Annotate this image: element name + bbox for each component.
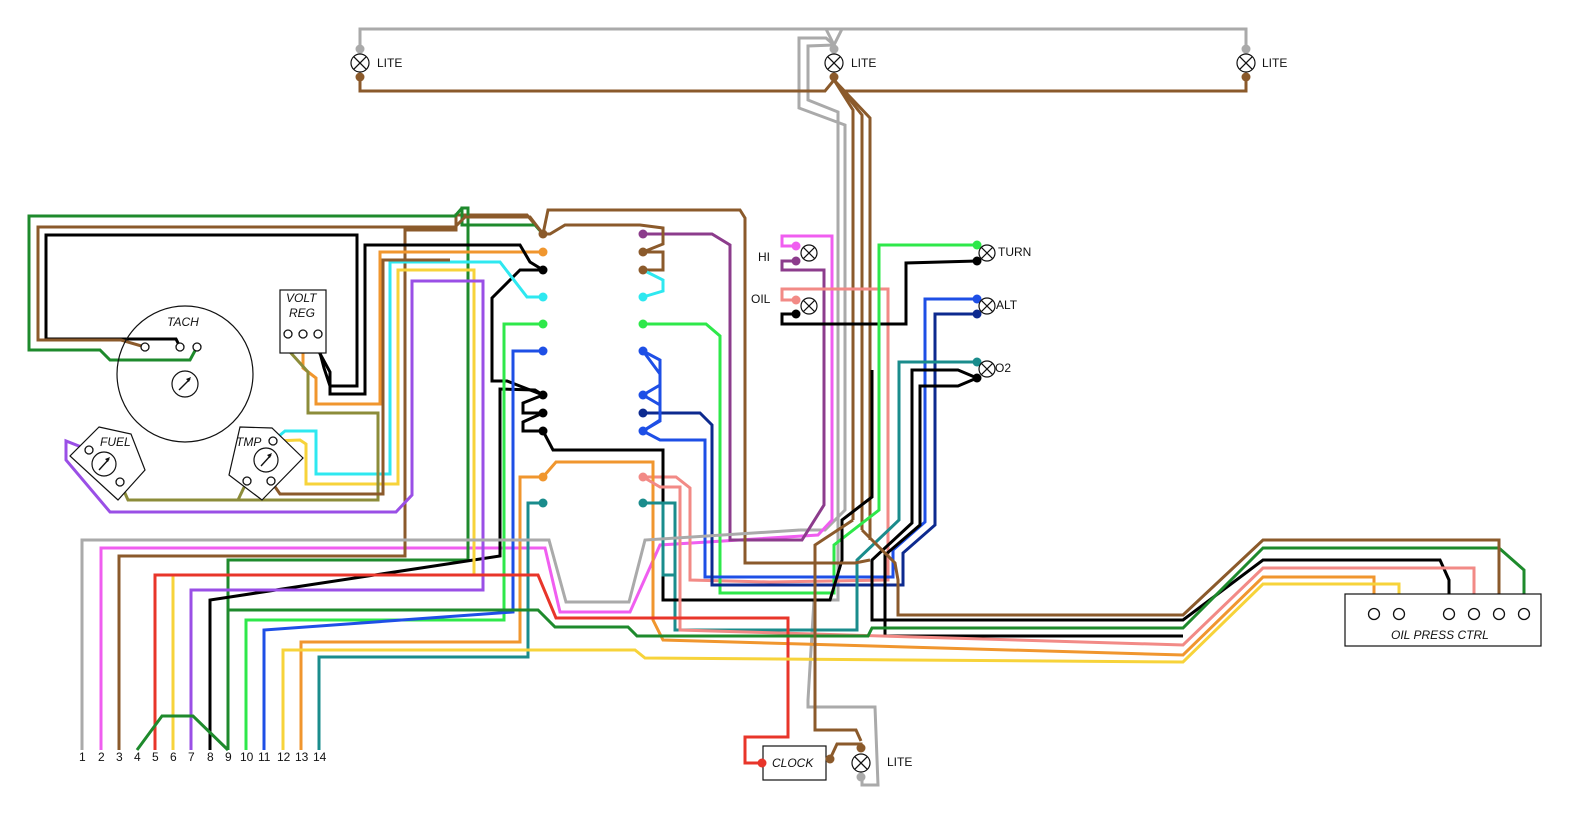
- lamp-clock: LITE: [851, 743, 912, 782]
- switch-terminals: [538, 229, 648, 508]
- gauge-dial-icon: [91, 451, 117, 477]
- right-switch-terminal: [638, 390, 648, 400]
- lamp-hi: HI: [758, 241, 818, 266]
- connector-pin-2: 2: [98, 750, 105, 764]
- connector-pin-14: 14: [313, 750, 327, 764]
- connector-pin-8: 8: [207, 750, 214, 764]
- right-switch-terminal: [638, 229, 648, 239]
- bulb-icon: [824, 53, 844, 73]
- bulb-icon: [978, 360, 996, 378]
- connector-pin-1: 1: [79, 750, 86, 764]
- connector-pin-13: 13: [295, 750, 309, 764]
- lamp-top-center: LITE: [824, 44, 876, 82]
- left-switch-terminal: [538, 247, 548, 257]
- bulb-icon: [851, 753, 871, 773]
- lamp-oil: OIL: [751, 292, 818, 319]
- lamp-label: LITE: [1262, 56, 1287, 70]
- lamp-label: TURN: [998, 245, 1031, 259]
- right-switch-terminal: [638, 408, 648, 418]
- bulb-icon: [978, 244, 996, 262]
- lamp-alt: ALT: [972, 294, 1018, 319]
- volt-reg-label-1: VOLT: [286, 291, 318, 305]
- left-switch-terminal: [538, 346, 548, 356]
- wiring-diagram: LITE LITE LITE TACH VOLT REG FUEL TMP HI…: [0, 0, 1577, 822]
- bulb-icon: [350, 53, 370, 73]
- right-switch-terminal: [638, 247, 648, 257]
- right-switch-terminal: [638, 498, 648, 508]
- temp-label: TMP: [236, 435, 261, 449]
- lamp-label: OIL: [751, 292, 771, 306]
- lamp-label: LITE: [377, 56, 402, 70]
- volt-reg-label-2: REG: [289, 306, 315, 320]
- right-switch-terminal: [638, 265, 648, 275]
- right-switch-terminal: [638, 426, 648, 436]
- oil-pressure-controller: OIL PRESS CTRL: [1344, 593, 1542, 647]
- left-switch-terminal: [538, 265, 548, 275]
- right-switch-terminal: [638, 292, 648, 302]
- connector-pin-10: 10: [240, 750, 254, 764]
- gauge-dial-icon: [171, 370, 199, 398]
- lamp-top-right: LITE: [1236, 44, 1287, 82]
- bulb-icon: [800, 297, 818, 315]
- bulb-icon: [800, 244, 818, 262]
- voltage-regulator: VOLT REG: [279, 289, 327, 354]
- right-switch-terminal: [638, 472, 648, 482]
- lamp-label: HI: [758, 250, 770, 264]
- left-switch-terminal: [538, 229, 548, 239]
- left-switch-terminal: [538, 498, 548, 508]
- connector-pin-9: 9: [225, 750, 232, 764]
- components-layer: LITE LITE LITE TACH VOLT REG FUEL TMP HI…: [69, 44, 1542, 782]
- temperature-gauge: TMP: [228, 426, 304, 501]
- left-switch-terminal: [538, 426, 548, 436]
- left-switch-terminal: [538, 319, 548, 329]
- gauge-dial-icon: [253, 447, 279, 473]
- left-switch-terminal: [538, 292, 548, 302]
- connector-pin-12: 12: [277, 750, 291, 764]
- connector-pin-7: 7: [188, 750, 195, 764]
- lamp-top-left: LITE: [350, 44, 402, 82]
- right-switch-terminal: [638, 319, 648, 329]
- lamp-label: LITE: [851, 56, 876, 70]
- fuel-label: FUEL: [100, 435, 131, 449]
- connector-pin-labels: 1 2 3 4 5 6 7 8 9 10 11 12 13 14: [79, 750, 327, 764]
- left-switch-terminal: [538, 390, 548, 400]
- left-switch-terminal: [538, 408, 548, 418]
- left-switch-terminal: [538, 472, 548, 482]
- fuel-gauge: FUEL: [69, 426, 146, 501]
- lamp-label: O2: [995, 361, 1011, 375]
- tach-label: TACH: [167, 315, 199, 329]
- oil-press-ctrl-label: OIL PRESS CTRL: [1391, 628, 1489, 642]
- clock-module: CLOCK: [757, 745, 835, 781]
- bulb-icon: [1236, 53, 1256, 73]
- right-switch-terminal: [638, 346, 648, 356]
- tachometer-gauge: TACH: [116, 305, 254, 443]
- connector-pin-11: 11: [258, 750, 271, 764]
- connector-pin-4: 4: [134, 750, 141, 764]
- clock-label: CLOCK: [772, 756, 814, 770]
- lamp-o2: O2: [972, 357, 1011, 383]
- connector-pin-5: 5: [152, 750, 159, 764]
- lamp-label: LITE: [887, 755, 912, 769]
- lamp-turn: TURN: [972, 240, 1031, 266]
- connector-pin-3: 3: [116, 750, 123, 764]
- connector-pin-6: 6: [170, 750, 177, 764]
- bulb-icon: [978, 297, 996, 315]
- lamp-label: ALT: [996, 298, 1018, 312]
